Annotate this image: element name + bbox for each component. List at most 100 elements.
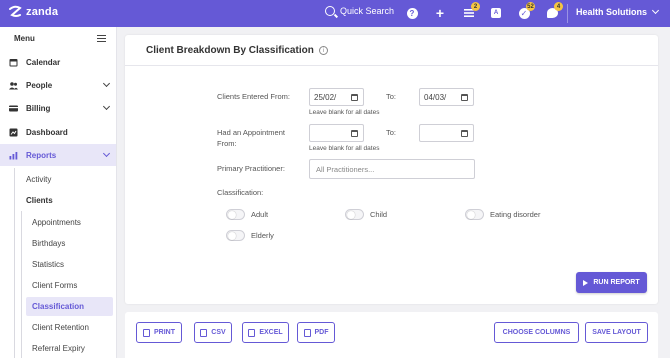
add-button[interactable]: +: [433, 5, 447, 21]
sidebar-subitem-client-retention[interactable]: Client Retention: [26, 318, 113, 337]
sidebar-item-calendar[interactable]: Calendar: [0, 51, 116, 73]
account-name: Health Solutions: [576, 7, 648, 17]
sidebar-subitem-activity[interactable]: Activity: [26, 175, 51, 184]
export-toolbar: PRINT CSV EXCEL PDF CHOOSE COLUMNS SAVE …: [125, 312, 658, 358]
sidebar-menu-label: Menu: [14, 34, 35, 43]
chevron-down-icon: [651, 6, 660, 15]
sidebar-item-label: Reports: [26, 150, 57, 160]
toggle-switch[interactable]: [226, 230, 245, 241]
appointment-to-date-input[interactable]: [419, 124, 474, 142]
excel-button[interactable]: EXCEL: [242, 322, 289, 343]
run-report-button[interactable]: RUN REPORT: [576, 272, 647, 293]
submenu-guide-line-nested: [21, 211, 22, 358]
practitioner-select[interactable]: All Practitioners...: [309, 159, 475, 179]
calendar-icon: [351, 94, 358, 101]
sidebar: Menu Calendar People Billing Dashboard R…: [0, 27, 117, 358]
classification-toggle-adult[interactable]: Adult: [226, 209, 268, 220]
classification-toggle-eating-disorder[interactable]: Eating disorder: [465, 209, 540, 220]
entered-to-date-value: 04/03/: [424, 92, 447, 102]
sidebar-subitem-referral-expiry[interactable]: Referral Expiry: [26, 339, 113, 358]
sidebar-item-reports[interactable]: Reports: [0, 144, 116, 166]
appointment-from-label-line1: Had an Appointment: [217, 128, 285, 137]
chat-button[interactable]: 4: [545, 2, 563, 20]
reports-shortcut-icon: A: [491, 8, 501, 18]
appointment-date-hint: Leave blank for all dates: [309, 145, 380, 152]
play-icon: [583, 279, 589, 286]
sidebar-item-label: Billing: [26, 103, 51, 113]
account-menu[interactable]: Health Solutions: [576, 6, 660, 17]
sidebar-subitem-classification[interactable]: Classification: [26, 297, 113, 316]
divider: [125, 65, 658, 66]
csv-button[interactable]: CSV: [194, 322, 232, 343]
appointment-from-date-input[interactable]: [309, 124, 364, 142]
save-layout-label: SAVE LAYOUT: [592, 329, 641, 336]
queue-badge: 2: [471, 2, 480, 11]
page-title-text: Client Breakdown By Classification: [146, 45, 314, 56]
print-button[interactable]: PRINT: [136, 322, 182, 343]
classification-label: Classification:: [217, 188, 264, 197]
chevron-down-icon: [102, 102, 111, 111]
search-icon: [325, 6, 335, 16]
classification-toggle-elderly[interactable]: Elderly: [226, 230, 274, 241]
pdf-file-icon: [303, 328, 311, 337]
queue-button[interactable]: 2: [462, 2, 480, 20]
classification-option-label: Adult: [251, 210, 269, 219]
sidebar-subitem-birthdays[interactable]: Birthdays: [26, 234, 113, 253]
toggle-switch[interactable]: [226, 209, 245, 220]
page-title: Client Breakdown By Classification i: [146, 45, 328, 56]
calendar-icon: [9, 58, 18, 66]
run-report-label: RUN REPORT: [593, 279, 640, 286]
quick-search[interactable]: Quick Search: [325, 6, 394, 16]
pdf-label: PDF: [314, 329, 329, 336]
sidebar-subitem-appointments[interactable]: Appointments: [26, 213, 113, 232]
toggle-switch[interactable]: [345, 209, 364, 220]
sidebar-item-dashboard[interactable]: Dashboard: [0, 121, 116, 143]
classification-option-label: Child: [370, 210, 388, 219]
sidebar-item-billing[interactable]: Billing: [0, 97, 116, 119]
save-layout-button[interactable]: SAVE LAYOUT: [585, 322, 648, 343]
submenu-guide-line: [14, 168, 15, 358]
sidebar-item-label: People: [26, 80, 53, 90]
appointment-to-label: To:: [386, 128, 397, 137]
choose-columns-label: CHOOSE COLUMNS: [502, 329, 571, 336]
chevron-down-icon: [102, 149, 111, 158]
choose-columns-button[interactable]: CHOOSE COLUMNS: [494, 322, 579, 343]
practitioner-placeholder: All Practitioners...: [316, 164, 375, 174]
entered-to-label: To:: [386, 92, 397, 101]
info-icon[interactable]: i: [318, 46, 328, 55]
logo[interactable]: zanda: [8, 5, 58, 19]
classification-option-label: Elderly: [251, 231, 274, 240]
reports-shortcut-button[interactable]: A: [489, 6, 503, 20]
tasks-badge: 52: [526, 2, 535, 11]
chevron-down-icon: [102, 79, 111, 88]
excel-file-icon: [248, 328, 256, 337]
report-panel: Client Breakdown By Classification i Cli…: [125, 35, 658, 304]
top-bar: zanda Quick Search ? + 2 A ✓ 52 4 Health…: [0, 0, 670, 27]
csv-file-icon: [200, 328, 208, 337]
billing-icon: [9, 105, 18, 111]
topbar-divider: [567, 4, 568, 23]
calendar-icon: [461, 130, 468, 137]
csv-label: CSV: [211, 329, 226, 336]
sidebar-item-label: Calendar: [26, 57, 61, 67]
tasks-button[interactable]: ✓ 52: [517, 2, 535, 20]
logo-text: zanda: [26, 6, 59, 18]
sidebar-subitem-clients[interactable]: Clients: [26, 196, 53, 205]
zanda-logo-icon: [9, 5, 22, 17]
sidebar-item-people[interactable]: People: [0, 74, 116, 96]
entered-from-date-value: 25/02/: [314, 92, 337, 102]
print-icon: [143, 328, 150, 337]
toggle-switch[interactable]: [465, 209, 484, 220]
sidebar-subitem-client-forms[interactable]: Client Forms: [26, 276, 113, 295]
hamburger-icon[interactable]: [97, 35, 106, 42]
help-button[interactable]: ?: [405, 6, 419, 20]
entered-from-date-input[interactable]: 25/02/: [309, 88, 364, 106]
chat-badge: 4: [554, 2, 563, 11]
appointment-from-label-line2: From:: [217, 139, 237, 148]
sidebar-subitem-statistics[interactable]: Statistics: [26, 255, 113, 274]
classification-toggle-child[interactable]: Child: [345, 209, 387, 220]
entered-from-label: Clients Entered From:: [217, 92, 290, 101]
calendar-icon: [351, 130, 358, 137]
pdf-button[interactable]: PDF: [297, 322, 335, 343]
entered-to-date-input[interactable]: 04/03/: [419, 88, 474, 106]
